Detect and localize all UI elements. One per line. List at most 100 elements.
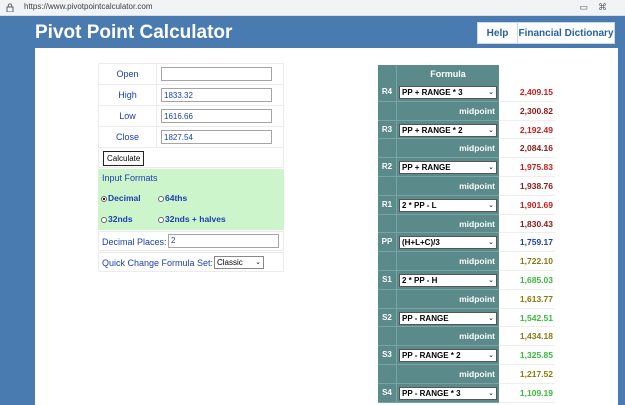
formula-value: PP - RANGE — [402, 313, 449, 323]
reader-icon[interactable]: ▭ — [579, 2, 598, 12]
chevron-down-icon: ⌄ — [488, 389, 494, 397]
pivot-row-r2: R2 PP + RANGE ⌄ 1,975.83 — [378, 158, 555, 177]
midpoint-label: midpoint — [396, 139, 499, 159]
level-value: 2,409.15 — [499, 83, 555, 102]
browser-toolbar-icons[interactable]: ▭⌘ — [579, 2, 617, 13]
midpoint-row: midpoint 1,938.76 — [378, 176, 555, 196]
midpoint-row: midpoint 1,434.18 — [378, 327, 555, 347]
decimal-places-input[interactable]: 2 — [168, 234, 279, 248]
level-value: 2,192.49 — [499, 120, 555, 140]
formula-select[interactable]: PP - RANGE * 2 ⌄ — [399, 349, 497, 363]
pivot-table: Formula R4 PP + RANGE * 3 ⌄ 2,409.15 midpoin… — [378, 65, 555, 403]
formula-select[interactable]: 2 * PP - H ⌄ — [399, 273, 497, 287]
quick-change-label: Quick Change Formula Set: — [102, 258, 214, 268]
level-code: PP — [378, 233, 396, 253]
midpoint-label: midpoint — [396, 176, 499, 196]
chevron-down-icon: ⌄ — [255, 259, 261, 266]
input-formats-title: Input Formats — [102, 173, 158, 183]
formula-value: PP - RANGE * 2 — [402, 351, 461, 361]
pivot-row-r4: R4 PP + RANGE * 3 ⌄ 2,409.15 — [378, 83, 555, 102]
formula-select[interactable]: PP - RANGE * 3 ⌄ — [399, 386, 497, 400]
midpoint-label: midpoint — [396, 327, 499, 347]
command-icon[interactable]: ⌘ — [598, 2, 617, 12]
midpoint-label: midpoint — [396, 252, 499, 271]
high-label: High — [98, 84, 157, 106]
close-row: Close 1827.54 — [98, 126, 284, 148]
pivot-row-pp: PP (H+L+C)/3 ⌄ 1,759.17 — [378, 233, 555, 253]
pivot-row-s3: S3 PP - RANGE * 2 ⌄ 1,325.85 — [378, 346, 555, 365]
open-label: Open — [98, 63, 157, 85]
financial-dictionary-link[interactable]: Financial Dictionary — [518, 23, 614, 43]
midpoint-label: midpoint — [396, 101, 499, 121]
open-input[interactable] — [161, 67, 272, 81]
pivot-row-r1: R1 2 * PP - L ⌄ 1,901.69 — [378, 195, 555, 215]
main-content: Open High 1833.32 Low 1616.66 Close 1827… — [35, 48, 618, 405]
format-32nds-halves-radio[interactable]: 32nds + halves — [158, 214, 226, 224]
formula-select[interactable]: PP + RANGE * 3 ⌄ — [399, 86, 497, 99]
close-input[interactable]: 1827.54 — [161, 130, 272, 144]
formula-select[interactable]: PP - RANGE ⌄ — [399, 311, 497, 325]
format-32nds-label: 32nds — [108, 214, 133, 224]
formula-select[interactable]: 2 * PP - L ⌄ — [399, 198, 497, 212]
formula-value: PP + RANGE * 3 — [402, 88, 463, 97]
chevron-down-icon: ⌄ — [488, 239, 494, 247]
midpoint-value: 1,217.52 — [499, 364, 555, 384]
formula-select[interactable]: (H+L+C)/3 ⌄ — [399, 236, 497, 250]
midpoint-value: 1,938.76 — [499, 176, 555, 196]
formula-value: PP - RANGE * 3 — [402, 388, 461, 398]
midpoint-row: midpoint 1,830.43 — [378, 214, 555, 234]
format-decimal-label: Decimal — [108, 193, 141, 203]
low-label: Low — [98, 105, 157, 127]
format-64ths-label: 64ths — [165, 193, 188, 203]
midpoint-label: midpoint — [396, 214, 499, 234]
radio-unselected-icon — [158, 195, 164, 202]
url-text[interactable]: https://www.pivotpointcalculator.com — [24, 2, 153, 11]
quick-change-row: Quick Change Formula Set: Classic ⌄ — [98, 252, 284, 272]
midpoint-value: 2,300.82 — [499, 101, 555, 121]
pivot-row-s1: S1 2 * PP - H ⌄ 1,685.03 — [378, 270, 555, 290]
midpoint-value: 1,434.18 — [499, 327, 555, 347]
level-code: S1 — [378, 270, 396, 290]
calculate-row: Calculate — [98, 147, 284, 168]
midpoint-row: midpoint 1,613.77 — [378, 289, 555, 309]
midpoint-row: midpoint 2,084.16 — [378, 139, 555, 159]
browser-address-bar: https://www.pivotpointcalculator.com ▭⌘ — [0, 0, 625, 16]
quick-change-select[interactable]: Classic ⌄ — [214, 256, 264, 269]
calculate-button[interactable]: Calculate — [103, 151, 145, 166]
chevron-down-icon: ⌄ — [488, 126, 494, 134]
level-code: S3 — [378, 346, 396, 365]
close-label: Close — [98, 126, 157, 148]
midpoint-label: midpoint — [396, 289, 499, 309]
format-decimal-radio[interactable]: Decimal — [101, 193, 141, 203]
level-code: R3 — [378, 120, 396, 140]
pivot-header-row: Formula — [378, 65, 555, 83]
high-input[interactable]: 1833.32 — [161, 88, 272, 102]
level-code: R1 — [378, 195, 396, 215]
format-64ths-radio[interactable]: 64ths — [158, 193, 187, 203]
formula-select[interactable]: PP + RANGE * 2 ⌄ — [399, 123, 497, 137]
level-code: R4 — [378, 83, 396, 102]
price-inputs-table: Open High 1833.32 Low 1616.66 Close 1827… — [98, 63, 284, 148]
radio-unselected-icon — [158, 216, 164, 223]
quick-change-value: Classic — [217, 258, 243, 267]
level-value: 1,685.03 — [499, 270, 555, 290]
low-input[interactable]: 1616.66 — [161, 109, 272, 123]
formula-select[interactable]: PP + RANGE ⌄ — [399, 161, 497, 175]
radio-unselected-icon — [101, 216, 107, 223]
level-value: 1,542.51 — [499, 308, 555, 328]
chevron-down-icon: ⌄ — [488, 164, 494, 172]
formula-value: 2 * PP - H — [402, 275, 438, 285]
chevron-down-icon: ⌄ — [488, 201, 494, 209]
chevron-down-icon: ⌄ — [488, 276, 494, 284]
chevron-down-icon: ⌄ — [488, 314, 494, 322]
format-32nds-radio[interactable]: 32nds — [101, 214, 133, 224]
formula-header: Formula — [396, 65, 499, 83]
pivot-row-r3: R3 PP + RANGE * 2 ⌄ 2,192.49 — [378, 120, 555, 140]
level-code: R2 — [378, 158, 396, 177]
level-value: 1,901.69 — [499, 195, 555, 215]
midpoint-value: 1,613.77 — [499, 289, 555, 309]
help-link[interactable]: Help — [478, 23, 518, 43]
low-row: Low 1616.66 — [98, 105, 284, 127]
formula-value: PP + RANGE * 2 — [402, 125, 463, 135]
page-title: Pivot Point Calculator — [35, 22, 233, 43]
